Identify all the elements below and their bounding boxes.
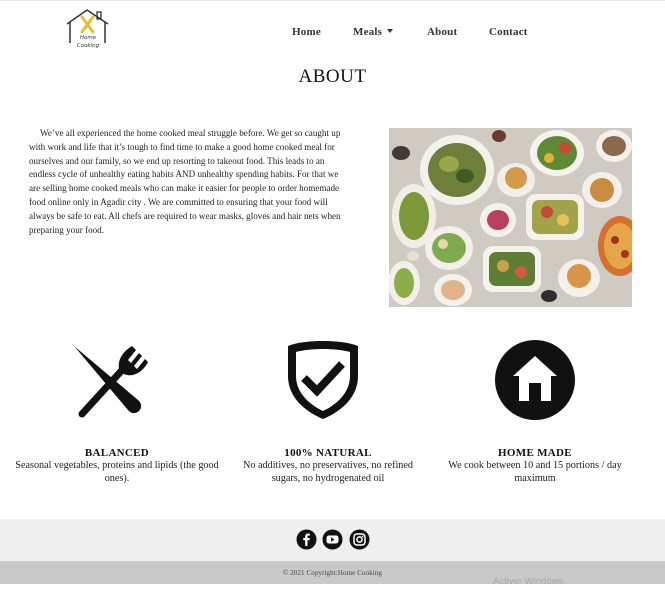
feature-description: We cook between 10 and 15 portions / day… (448, 460, 622, 484)
nav-meals-label: Meals (353, 26, 383, 38)
top-border (0, 0, 665, 1)
main-nav: Home Meals About Contact (0, 26, 665, 40)
nav-home[interactable]: Home (292, 26, 321, 38)
footer-social-bar (0, 519, 665, 561)
about-paragraph: We’ve all experienced the home cooked me… (29, 128, 341, 235)
activate-windows-watermark: Activer Windows (493, 576, 564, 587)
nav-contact[interactable]: Contact (489, 26, 528, 38)
youtube-icon[interactable] (322, 529, 343, 550)
instagram-icon[interactable] (349, 529, 370, 550)
cutlery-icon (70, 340, 154, 420)
footer-copyright-bar: © 2021 Copyright:Home Cooking Activer Wi… (0, 561, 665, 587)
caret-down-icon (387, 29, 394, 33)
svg-text:Cooking: Cooking (77, 43, 100, 49)
home-icon (494, 339, 576, 421)
copyright-text: © 2021 Copyright:Home Cooking (282, 569, 383, 577)
feature-title: BALANCED (84, 447, 150, 459)
feature-title: HOME MADE (498, 447, 572, 459)
feature-description: Seasonal vegetables, proteins and lipids… (15, 460, 219, 484)
feature-natural: 100% NATURAL No additives, no preservati… (230, 447, 426, 485)
nav-meals-dropdown[interactable]: Meals (353, 26, 394, 38)
shield-check-icon (284, 338, 362, 422)
facebook-icon[interactable] (296, 529, 317, 550)
feature-description: No additives, no preservatives, no refin… (242, 460, 414, 484)
page-title: ABOUT (298, 66, 367, 87)
feature-title: 100% NATURAL (284, 447, 372, 459)
food-spread-photo (388, 128, 642, 307)
feature-home-made: HOME MADE We cook between 10 and 15 port… (437, 447, 633, 485)
nav-about[interactable]: About (427, 26, 457, 38)
feature-balanced: BALANCED Seasonal vegetables, proteins a… (14, 447, 220, 485)
